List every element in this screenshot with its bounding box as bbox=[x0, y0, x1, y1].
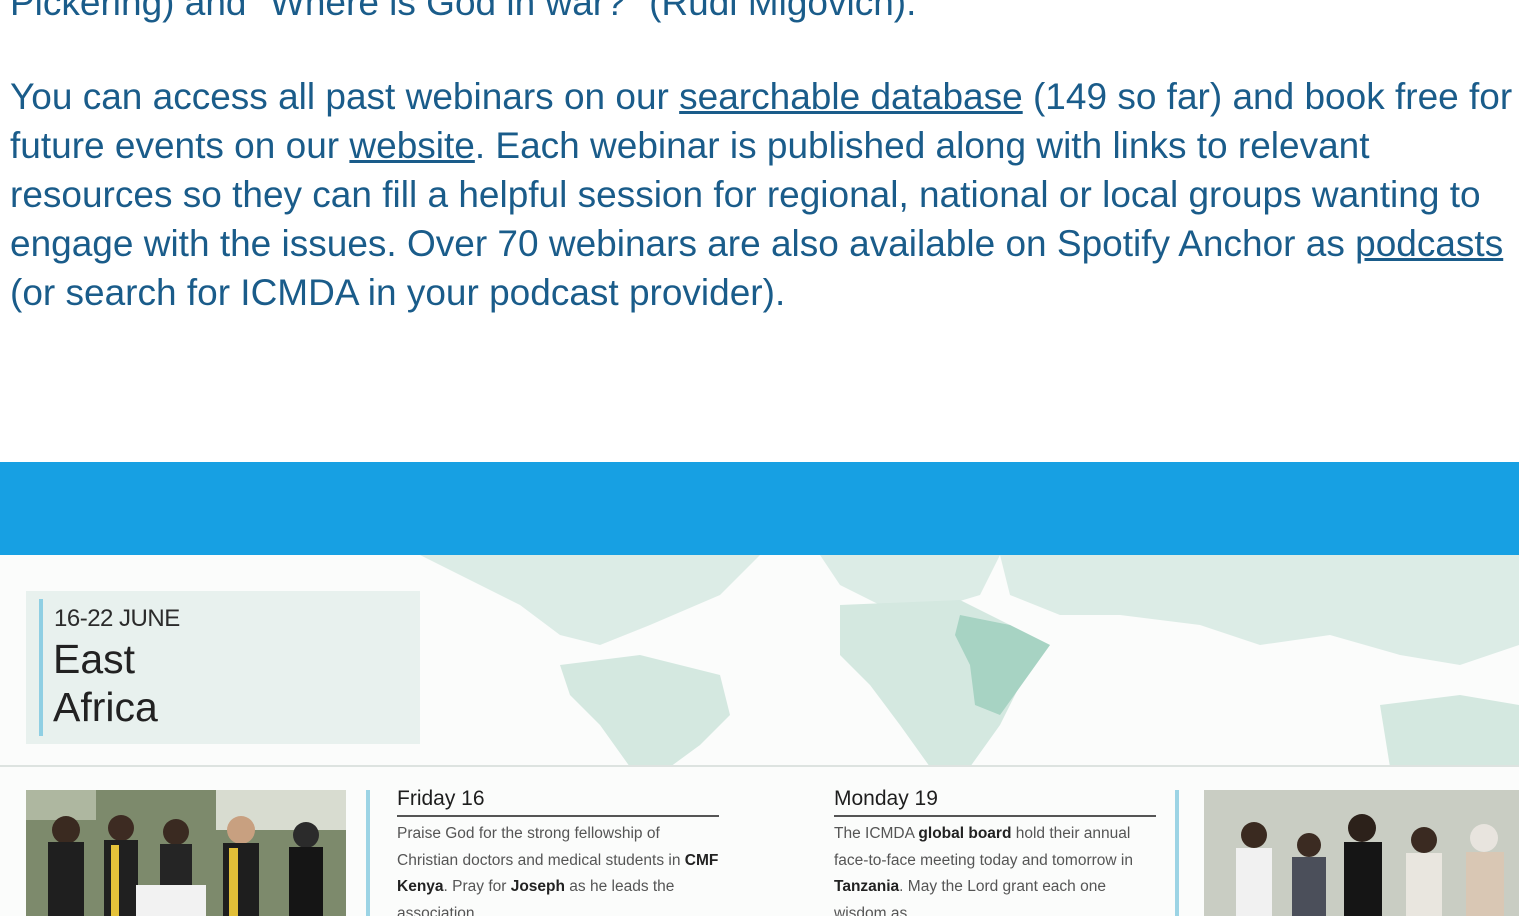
day-friday: Friday 16 Praise God for the strong fell… bbox=[397, 787, 719, 916]
graduates-photo-illustration bbox=[26, 790, 346, 916]
region-dates: 16-22 JUNE bbox=[54, 605, 180, 632]
prayer-guide-image: 16-22 JUNE East Africa Friday 16 Praise G… bbox=[0, 555, 1519, 916]
section-divider-band bbox=[0, 462, 1519, 555]
podcasts-link[interactable]: podcasts bbox=[1355, 223, 1503, 264]
website-link[interactable]: website bbox=[349, 125, 474, 166]
map-south-america bbox=[560, 655, 730, 767]
graduates-photo bbox=[26, 790, 346, 916]
region-card: 16-22 JUNE East Africa bbox=[26, 591, 420, 744]
region-accent-bar bbox=[39, 599, 43, 736]
group-photo-illustration bbox=[1204, 790, 1519, 916]
map-asia bbox=[1000, 555, 1519, 665]
map-north-america bbox=[420, 555, 760, 645]
flyer-divider bbox=[0, 765, 1519, 767]
region-name: East Africa bbox=[53, 636, 158, 730]
previous-paragraph-tail: Pickering) and "Where is God in war?" (R… bbox=[10, 0, 917, 23]
group-photo bbox=[1204, 790, 1519, 916]
day-text: The ICMDA global board hold their annual… bbox=[834, 825, 1133, 916]
day-title: Friday 16 bbox=[397, 787, 719, 817]
map-europe bbox=[820, 555, 1000, 610]
webinars-paragraph: You can access all past webinars on our … bbox=[10, 76, 1513, 313]
column-rule-left bbox=[366, 790, 370, 916]
map-australia bbox=[1380, 695, 1519, 767]
searchable-database-link[interactable]: searchable database bbox=[679, 76, 1023, 117]
day-title: Monday 19 bbox=[834, 787, 1156, 817]
day-monday: Monday 19 The ICMDA global board hold th… bbox=[834, 787, 1156, 916]
day-text: Praise God for the strong fellowship of … bbox=[397, 825, 719, 916]
column-rule-right bbox=[1175, 790, 1179, 916]
